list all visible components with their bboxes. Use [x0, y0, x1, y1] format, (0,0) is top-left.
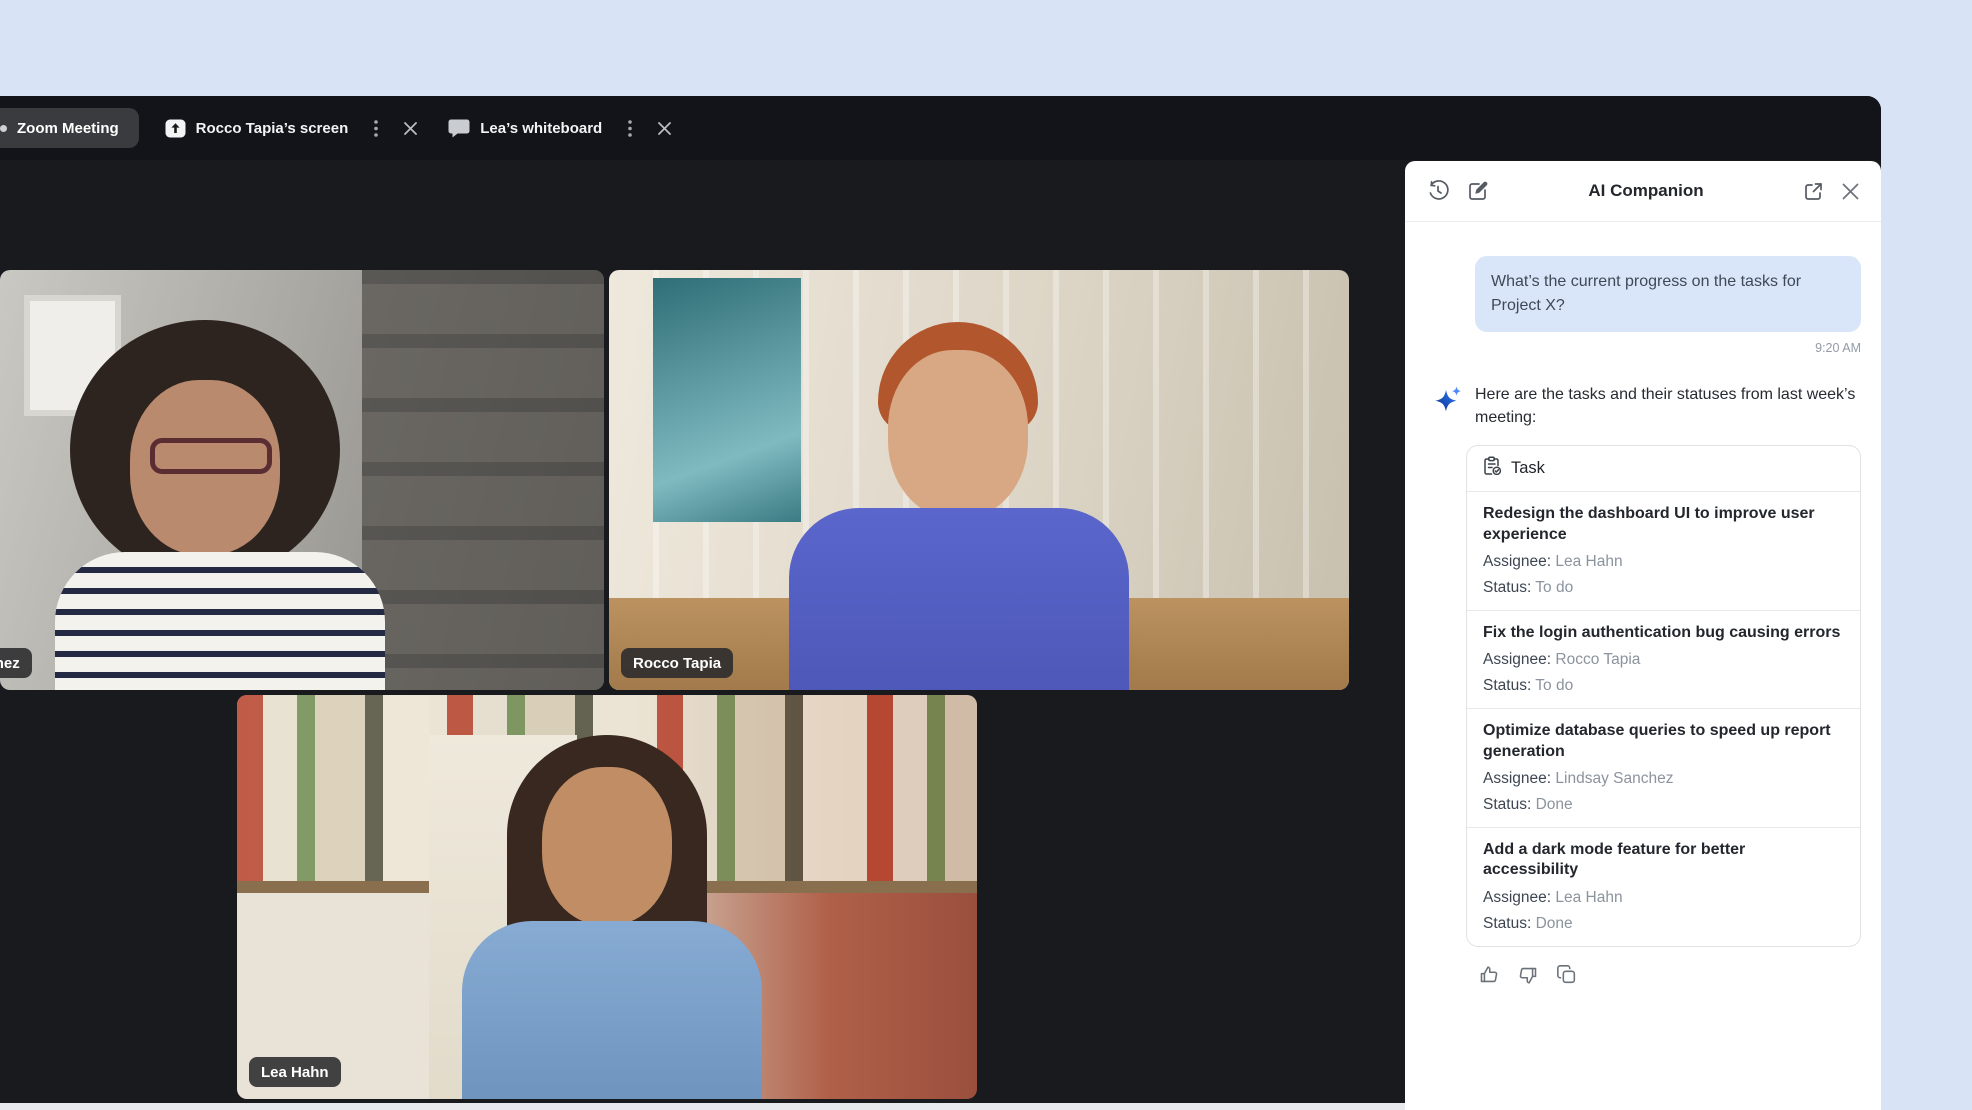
- status-value: Done: [1536, 915, 1573, 932]
- panel-header: AI Companion: [1405, 161, 1881, 222]
- history-icon[interactable]: [1427, 180, 1449, 202]
- tab-label: Rocco Tapia’s screen: [196, 120, 349, 137]
- tab-lea-whiteboard[interactable]: Lea’s whiteboard: [448, 116, 676, 140]
- participant-name-tag: Lea Hahn: [249, 1057, 341, 1087]
- new-chat-icon[interactable]: [1467, 180, 1489, 202]
- task-row: Add a dark mode feature for better acces…: [1467, 828, 1860, 946]
- status-value: Done: [1536, 796, 1573, 813]
- window-bottom-edge: [0, 1103, 1405, 1110]
- task-title: Redesign the dashboard UI to improve use…: [1483, 504, 1844, 545]
- tab-zoom-meeting[interactable]: Zoom Meeting: [0, 108, 139, 148]
- participant-name-tag: Lindsay Sanchez: [0, 648, 32, 678]
- status-label: Status:: [1483, 796, 1531, 813]
- participant-video: [237, 695, 977, 1099]
- video-tile-lindsay[interactable]: Lindsay Sanchez: [0, 270, 604, 690]
- task-card-header: Task: [1467, 446, 1860, 492]
- participant-name-tag: Rocco Tapia: [621, 648, 733, 678]
- thumbs-down-icon[interactable]: [1517, 964, 1539, 986]
- screen-share-icon: [165, 119, 186, 138]
- task-row: Redesign the dashboard UI to improve use…: [1467, 492, 1860, 611]
- ai-response: Here are the tasks and their statuses fr…: [1433, 383, 1861, 429]
- copy-icon[interactable]: [1556, 964, 1578, 986]
- thumbs-up-icon[interactable]: [1478, 964, 1500, 986]
- assignee-value: Lindsay Sanchez: [1555, 770, 1673, 787]
- status-label: Status:: [1483, 579, 1531, 596]
- task-card: Task Redesign the dashboard UI to improv…: [1466, 445, 1861, 946]
- ai-companion-panel: AI Companion What’s the current progress…: [1405, 161, 1881, 1110]
- video-tile-rocco[interactable]: Rocco Tapia: [609, 270, 1349, 690]
- tab-kebab-menu-icon[interactable]: [618, 116, 642, 140]
- assignee-label: Assignee:: [1483, 770, 1551, 787]
- tab-label: Lea’s whiteboard: [480, 120, 602, 137]
- tab-rocco-screen[interactable]: Rocco Tapia’s screen: [165, 116, 423, 140]
- tab-bar: Zoom Meeting Rocco Tapia’s screen Lea’s …: [0, 96, 1881, 160]
- status-value: To do: [1535, 579, 1573, 596]
- task-title: Fix the login authentication bug causing…: [1483, 623, 1844, 643]
- tab-close-icon[interactable]: [652, 116, 676, 140]
- status-value: To do: [1535, 677, 1573, 694]
- ai-response-text: Here are the tasks and their statuses fr…: [1475, 383, 1861, 429]
- assignee-label: Assignee:: [1483, 889, 1551, 906]
- ai-companion-sparkle-icon: [1433, 383, 1463, 429]
- assignee-label: Assignee:: [1483, 553, 1551, 570]
- assignee-label: Assignee:: [1483, 651, 1551, 668]
- tab-close-icon[interactable]: [398, 116, 422, 140]
- user-message-bubble: What’s the current progress on the tasks…: [1475, 256, 1861, 332]
- assignee-value: Rocco Tapia: [1555, 651, 1640, 668]
- task-title: Optimize database queries to speed up re…: [1483, 721, 1844, 762]
- message-timestamp: 9:20 AM: [1433, 341, 1861, 355]
- tab-status-dot: [0, 125, 7, 132]
- participant-video: [0, 270, 604, 690]
- close-icon[interactable]: [1842, 183, 1859, 200]
- tab-kebab-menu-icon[interactable]: [364, 116, 388, 140]
- assignee-value: Lea Hahn: [1555, 889, 1622, 906]
- tab-label: Zoom Meeting: [17, 120, 119, 137]
- assignee-value: Lea Hahn: [1555, 553, 1622, 570]
- task-row: Optimize database queries to speed up re…: [1467, 709, 1860, 828]
- status-label: Status:: [1483, 677, 1531, 694]
- whiteboard-icon: [448, 119, 470, 138]
- status-label: Status:: [1483, 915, 1531, 932]
- chat-area: What’s the current progress on the tasks…: [1405, 222, 1881, 1016]
- task-row: Fix the login authentication bug causing…: [1467, 611, 1860, 709]
- pop-out-icon[interactable]: [1803, 181, 1824, 202]
- participant-video: [609, 270, 1349, 690]
- video-tile-lea[interactable]: Lea Hahn: [237, 695, 977, 1099]
- task-title: Add a dark mode feature for better acces…: [1483, 840, 1844, 881]
- panel-title: AI Companion: [1489, 181, 1803, 201]
- task-card-title: Task: [1511, 459, 1545, 478]
- feedback-bar: [1478, 964, 1861, 1016]
- task-clipboard-icon: [1483, 456, 1502, 481]
